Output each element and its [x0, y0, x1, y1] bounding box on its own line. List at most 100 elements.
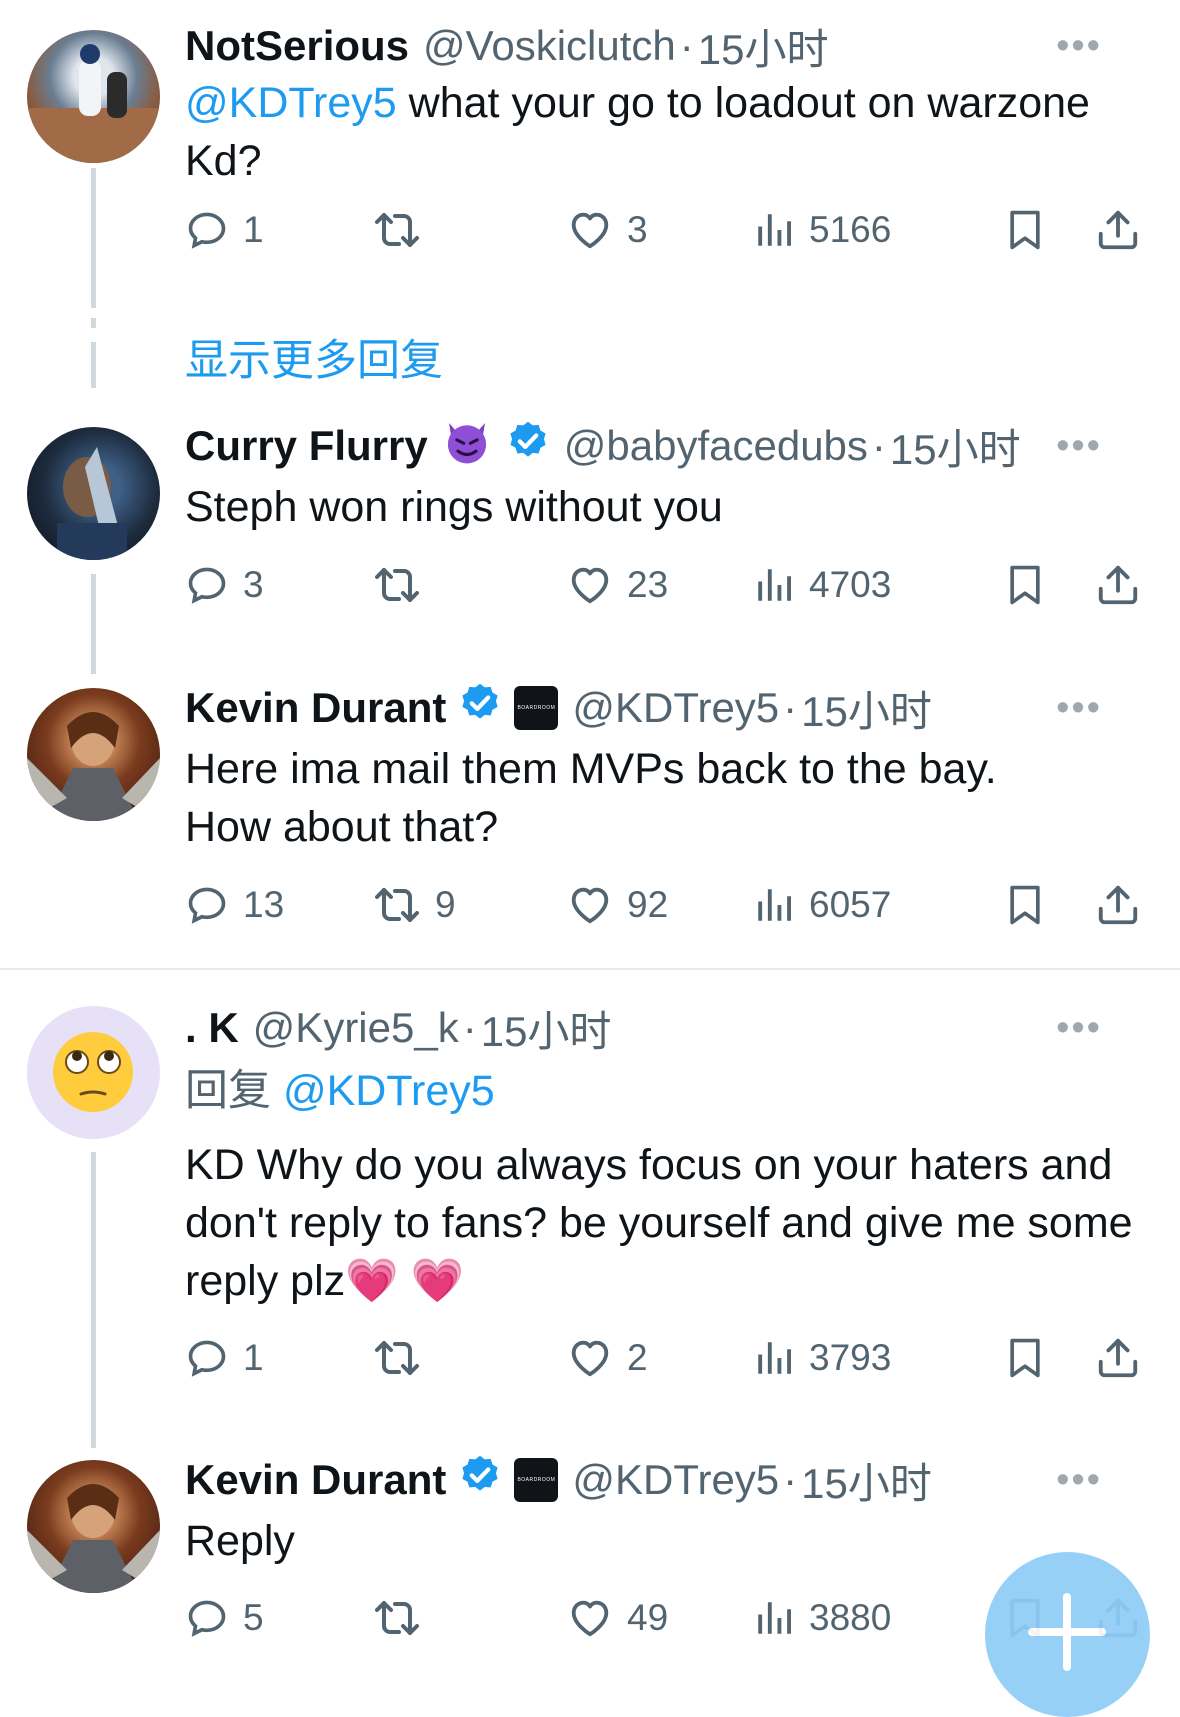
- user-handle[interactable]: @KDTrey5: [572, 684, 779, 732]
- tweet-text: KD Why do you always focus on your hater…: [185, 1136, 1140, 1310]
- share-button[interactable]: [1095, 1328, 1141, 1388]
- more-icon[interactable]: •••: [1056, 687, 1102, 730]
- reply-context: 回复 @KDTrey5: [185, 1062, 1140, 1120]
- show-more-replies-link[interactable]: 显示更多回复: [185, 326, 443, 388]
- share-button[interactable]: [1095, 875, 1141, 935]
- more-icon[interactable]: •••: [1056, 1459, 1102, 1502]
- mention-link[interactable]: @KDTrey5: [283, 1067, 495, 1115]
- views-button[interactable]: 3880: [753, 1588, 891, 1648]
- avatar[interactable]: [27, 688, 160, 821]
- heart-emoji: 💗 💗: [345, 1257, 465, 1305]
- reply-button[interactable]: 1: [185, 200, 264, 260]
- avatar[interactable]: [27, 1006, 160, 1139]
- verified-badge-icon: [458, 681, 502, 735]
- tweet-body: KD Why do you always focus on your hater…: [185, 1141, 1133, 1305]
- like-button[interactable]: 23: [567, 555, 668, 615]
- action-bar: 3 23 4703: [185, 555, 1145, 615]
- reply-button[interactable]: 3: [185, 555, 264, 615]
- bar-chart-icon: [753, 564, 795, 606]
- share-icon: [1095, 882, 1141, 928]
- user-handle[interactable]: @Kyrie5_k: [253, 1004, 459, 1052]
- view-count: 5166: [809, 209, 892, 250]
- separator-dot: ·: [462, 1004, 477, 1051]
- more-icon[interactable]: •••: [1056, 1007, 1102, 1050]
- share-icon: [1095, 207, 1141, 253]
- retweet-count: 9: [435, 884, 456, 925]
- reply-icon: [185, 208, 229, 252]
- like-button[interactable]: 3: [567, 200, 648, 260]
- bookmark-button[interactable]: [1003, 200, 1047, 260]
- affiliate-badge[interactable]: BOARDROOM: [514, 686, 559, 730]
- tweet-body: Here ima mail them MVPs back to the bay.…: [185, 745, 997, 851]
- like-button[interactable]: 49: [567, 1588, 668, 1648]
- smiling-devil-emoji: [440, 414, 494, 478]
- reply-count: 5: [243, 1597, 264, 1638]
- like-count: 3: [627, 209, 648, 250]
- heart-icon: [567, 1335, 613, 1381]
- views-button[interactable]: 6057: [753, 875, 891, 935]
- reply-count: 1: [243, 1337, 264, 1378]
- user-handle[interactable]: @KDTrey5: [572, 1456, 779, 1504]
- bookmark-button[interactable]: [1003, 555, 1047, 615]
- compose-button[interactable]: [985, 1552, 1150, 1717]
- avatar[interactable]: [27, 30, 160, 163]
- display-name[interactable]: Curry Flurry: [185, 422, 428, 470]
- user-handle[interactable]: @babyfacedubs: [564, 422, 868, 470]
- bookmark-button[interactable]: [1003, 1328, 1047, 1388]
- more-icon[interactable]: •••: [1056, 425, 1102, 468]
- like-count: 2: [627, 1337, 648, 1378]
- affiliate-badge[interactable]: BOARDROOM: [514, 1458, 559, 1502]
- separator-dot: ·: [871, 422, 886, 469]
- bar-chart-icon: [753, 209, 795, 251]
- heart-icon: [567, 1595, 613, 1641]
- display-name[interactable]: Kevin Durant: [185, 1456, 446, 1504]
- share-icon: [1095, 1335, 1141, 1381]
- more-icon[interactable]: •••: [1056, 25, 1102, 68]
- retweet-icon: [373, 1334, 421, 1382]
- display-name[interactable]: Kevin Durant: [185, 684, 446, 732]
- retweet-button[interactable]: [373, 1328, 435, 1388]
- view-count: 6057: [809, 884, 892, 925]
- reply-icon: [185, 563, 229, 607]
- retweet-icon: [373, 561, 421, 609]
- display-name[interactable]: NotSerious: [185, 22, 409, 70]
- reply-count: 3: [243, 564, 264, 605]
- retweet-button[interactable]: [373, 555, 435, 615]
- share-button[interactable]: [1095, 555, 1141, 615]
- bookmark-icon: [1003, 208, 1047, 252]
- retweet-button[interactable]: [373, 200, 435, 260]
- timestamp[interactable]: 15小时: [801, 1450, 932, 1511]
- retweet-button[interactable]: 9: [373, 875, 456, 935]
- tweet-body: Steph won rings without you: [185, 483, 723, 531]
- avatar[interactable]: [27, 1460, 160, 1593]
- reply-icon: [185, 883, 229, 927]
- mention-link[interactable]: @KDTrey5: [185, 79, 397, 127]
- reply-icon: [185, 1336, 229, 1380]
- bookmark-icon: [1003, 883, 1047, 927]
- action-bar: 1 3 5166: [185, 200, 1145, 260]
- user-handle[interactable]: @Voskiclutch: [423, 22, 676, 70]
- timestamp[interactable]: 15小时: [890, 416, 1021, 477]
- separator-dot: ·: [783, 684, 798, 731]
- views-button[interactable]: 4703: [753, 555, 891, 615]
- like-button[interactable]: 92: [567, 875, 668, 935]
- reply-button[interactable]: 1: [185, 1328, 264, 1388]
- bar-chart-icon: [753, 1337, 795, 1379]
- reply-button[interactable]: 5: [185, 1588, 264, 1648]
- separator-dot: ·: [783, 1456, 798, 1503]
- reply-count: 13: [243, 884, 285, 925]
- timestamp[interactable]: 15小时: [801, 678, 932, 739]
- views-button[interactable]: 5166: [753, 200, 891, 260]
- action-bar: 13 9 92 6057: [185, 875, 1145, 935]
- timestamp[interactable]: 15小时: [698, 16, 829, 77]
- compose-plus-icon: [1028, 1593, 1106, 1671]
- reply-button[interactable]: 13: [185, 875, 284, 935]
- views-button[interactable]: 3793: [753, 1328, 891, 1388]
- share-button[interactable]: [1095, 200, 1141, 260]
- display-name[interactable]: . K: [185, 1004, 239, 1052]
- retweet-button[interactable]: [373, 1588, 435, 1648]
- avatar[interactable]: [27, 427, 160, 560]
- bookmark-button[interactable]: [1003, 875, 1047, 935]
- like-button[interactable]: 2: [567, 1328, 648, 1388]
- timestamp[interactable]: 15小时: [481, 998, 612, 1059]
